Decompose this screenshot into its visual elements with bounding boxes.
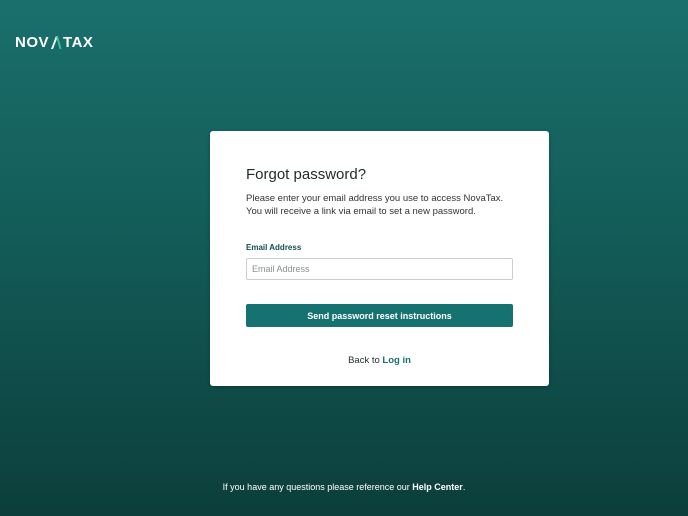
- back-prefix-text: Back to: [348, 355, 383, 366]
- novatax-logo: NOV TAX: [15, 33, 94, 51]
- login-link[interactable]: Log in: [382, 355, 411, 366]
- footer-text: If you have any questions please referen…: [222, 482, 413, 492]
- email-label: Email Address: [246, 243, 302, 252]
- forgot-password-card: Forgot password? Please enter your email…: [210, 131, 549, 386]
- page-title: Forgot password?: [246, 166, 367, 183]
- help-center-link[interactable]: Help Center: [412, 482, 463, 492]
- logo-text-right: TAX: [63, 33, 94, 51]
- logo-text-left: NOV: [15, 33, 50, 51]
- footer-suffix: .: [462, 482, 466, 492]
- instructions-line-1: Please enter your email address you use …: [246, 193, 504, 204]
- email-field[interactable]: [246, 258, 513, 280]
- instructions-text: Please enter your email address you use …: [246, 192, 516, 218]
- logo-a-mark-icon: [51, 35, 62, 49]
- instructions-line-2: You will receive a link via email to set…: [246, 206, 476, 217]
- footer-help-text: If you have any questions please referen…: [0, 482, 688, 492]
- back-to-login: Back to Log in: [210, 355, 549, 366]
- send-reset-instructions-button[interactable]: Send password reset instructions: [246, 304, 513, 327]
